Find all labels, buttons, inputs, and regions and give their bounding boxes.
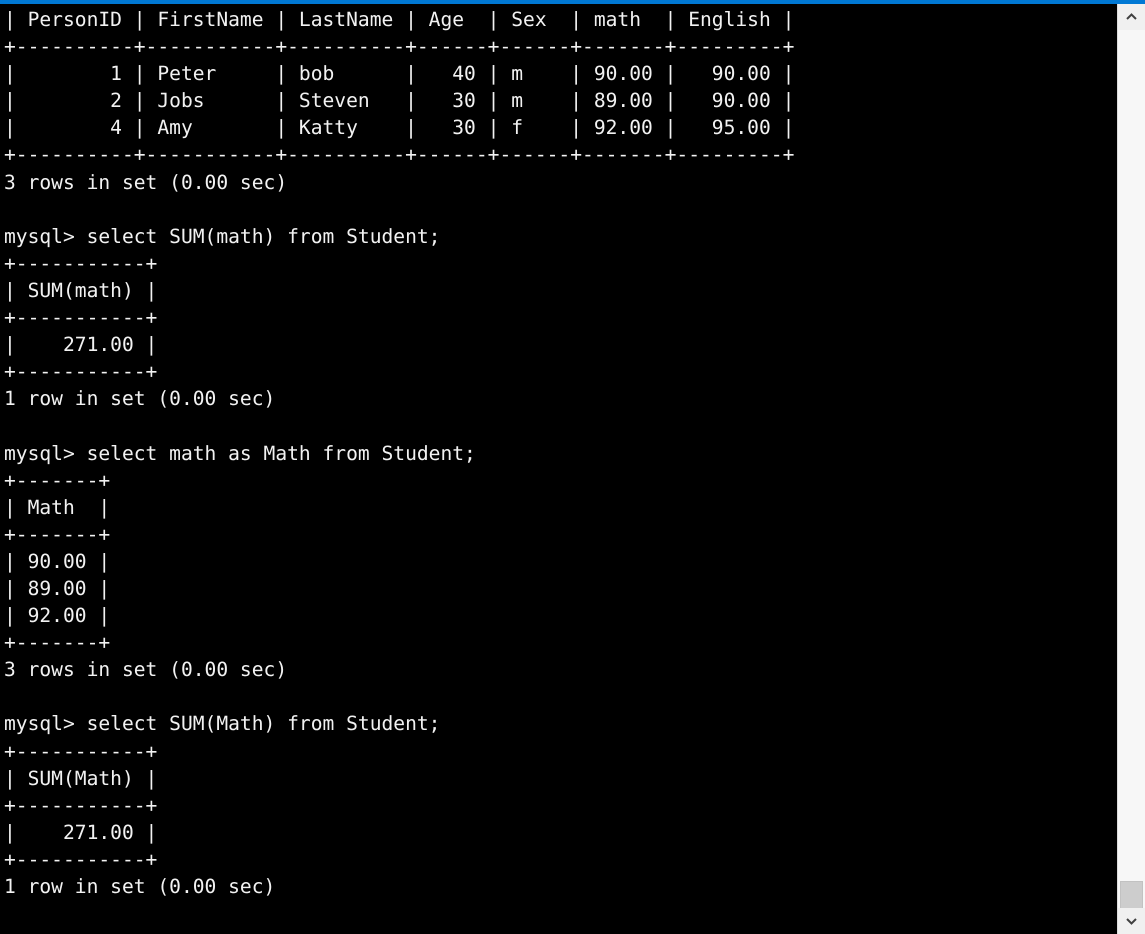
scrollbar-track[interactable] <box>1118 30 1145 934</box>
active-prompt-line: | PersonID | FirstName | LastName | Age … <box>4 6 794 934</box>
scrollbar-down-button[interactable] <box>1118 908 1145 934</box>
chevron-up-icon <box>1126 13 1137 21</box>
vertical-scrollbar[interactable] <box>1117 4 1145 934</box>
scrollbar-up-button[interactable] <box>1118 4 1145 30</box>
console-output-area[interactable]: | PersonID | FirstName | LastName | Age … <box>0 4 1117 934</box>
terminal-window: | PersonID | FirstName | LastName | Age … <box>0 0 1145 934</box>
chevron-down-icon <box>1126 917 1137 925</box>
